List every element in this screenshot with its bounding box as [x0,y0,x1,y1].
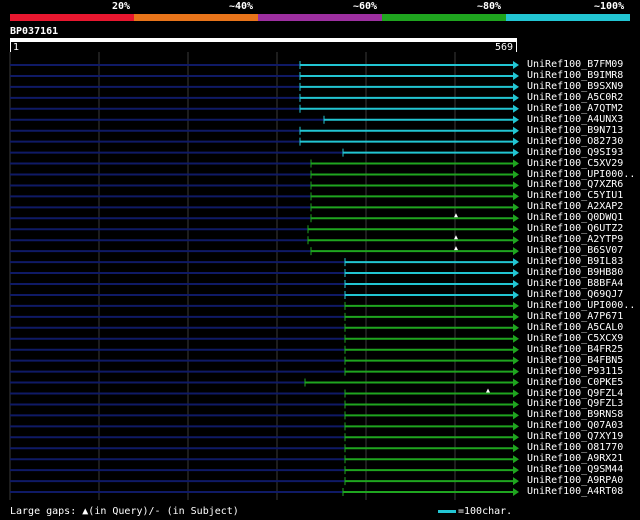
hit-label[interactable]: UniRef100_C5YIU1 [527,190,623,201]
hit-label[interactable]: UniRef100_O82730 [527,136,623,147]
hit-arrow [513,389,519,398]
hit-arrow [513,225,519,234]
hit-arrow [513,477,519,486]
hit-arrow [513,115,519,124]
hit-label[interactable]: UniRef100_Q0DWQ1 [527,212,623,223]
hit-label[interactable]: UniRef100_Q9FZL3 [527,398,623,409]
hit-label[interactable]: UniRef100_P93115 [527,366,623,377]
hit-arrow [513,422,519,431]
scale-legend: =100char. [438,506,512,517]
hit-arrow [513,71,519,80]
scale-text: =100char. [458,506,513,517]
hit-label[interactable]: UniRef100_Q69QJ7 [527,289,623,300]
hit-label[interactable]: UniRef100_B9RNS8 [527,409,623,420]
hit-label[interactable]: UniRef100_B9IMR8 [527,70,623,81]
hit-label[interactable]: UniRef100_A5C0R2 [527,92,623,103]
hit-label[interactable]: UniRef100_A5CAL0 [527,322,623,333]
hit-arrow [513,247,519,256]
hit-arrow [513,367,519,376]
hit-arrow [513,334,519,343]
hit-label[interactable]: UniRef100_B8BFA4 [527,278,623,289]
hit-arrow [513,455,519,464]
hit-arrow [513,236,519,245]
hit-label[interactable]: UniRef100_Q7XZR6 [527,179,623,190]
hit-arrow [513,170,519,179]
hit-arrow [513,312,519,321]
hit-label[interactable]: UniRef100_Q07A03 [527,420,623,431]
hit-label[interactable]: UniRef100_A9RPA0 [527,475,623,486]
hit-arrow [513,444,519,453]
hit-arrow [513,104,519,113]
hit-arrow [513,181,519,190]
hit-label[interactable]: UniRef100_B9SXN9 [527,81,623,92]
hit-arrow [513,323,519,332]
hit-arrow [513,269,519,278]
hit-label[interactable]: UniRef100_O81770 [527,442,623,453]
hit-label[interactable]: UniRef100_Q7XY19 [527,431,623,442]
hit-label[interactable]: UniRef100_A2XAP2 [527,201,623,212]
hit-label[interactable]: UniRef100_Q9SM44 [527,464,623,475]
gaps-prefix: Large gaps: [10,506,77,517]
hit-label[interactable]: UniRef100_B9N713 [527,125,623,136]
hit-label[interactable]: UniRef100_A7QTM2 [527,103,623,114]
hit-arrow [513,192,519,201]
hit-arrow [513,466,519,475]
hit-arrow [513,137,519,146]
hit-label[interactable]: UniRef100_A4RT08 [527,486,623,497]
hit-arrow [513,400,519,409]
hit-label[interactable]: UniRef100_A4UNX3 [527,114,623,125]
hit-label[interactable]: UniRef100_B6SV07 [527,245,623,256]
hit-arrow [513,159,519,168]
hit-arrow [513,126,519,135]
hit-label[interactable]: UniRef100_Q9FZL4 [527,388,623,399]
gap-triangle-icon [486,388,490,393]
hit-arrow [513,258,519,267]
hit-label[interactable]: UniRef100_B7FM09 [527,59,623,70]
hit-label[interactable]: UniRef100_A9RX21 [527,453,623,464]
hit-arrow [513,82,519,91]
hit-label[interactable]: UniRef100_B9HB80 [527,267,623,278]
hit-arrow [513,214,519,223]
hit-arrow [513,433,519,442]
gaps-legend: Large gaps: ▲(in Query)/- (in Subject) [10,506,239,517]
hit-arrow [513,203,519,212]
hit-label[interactable]: UniRef100_C5XCX9 [527,333,623,344]
hit-label[interactable]: UniRef100_UPI000.. [527,169,635,180]
hit-label[interactable]: UniRef100_UPI000.. [527,300,635,311]
hit-label[interactable]: UniRef100_Q9SI93 [527,147,623,158]
hit-arrow [513,411,519,420]
hit-label[interactable]: UniRef100_A7P671 [527,311,623,322]
scale-line [438,509,456,513]
hit-arrow [513,280,519,288]
hit-label[interactable]: UniRef100_A2YTP9 [527,234,623,245]
hit-arrow [513,61,519,69]
gaps-subject: - (in Subject) [154,506,239,517]
hit-label[interactable]: UniRef100_B4FR25 [527,344,623,355]
hit-label[interactable]: UniRef100_B4FBN5 [527,355,623,366]
hit-label[interactable]: UniRef100_C0PKE5 [527,377,623,388]
hit-label[interactable]: UniRef100_C5XV29 [527,158,623,169]
hit-arrow [513,93,519,102]
hit-label[interactable]: UniRef100_B9IL83 [527,256,623,267]
hit-arrow [513,148,519,157]
hit-arrow [513,488,519,497]
hit-arrow [513,290,519,299]
hit-arrow [513,356,519,365]
hit-label[interactable]: UniRef100_Q6UTZ2 [527,223,623,234]
hit-arrow [513,378,519,387]
hit-arrow [513,345,519,354]
gaps-query: (in Query)/ [88,506,155,517]
hit-arrow [513,301,519,310]
